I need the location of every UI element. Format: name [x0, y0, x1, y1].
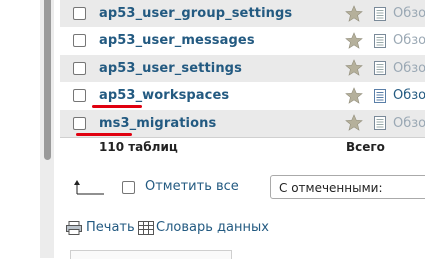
print-label: Печать	[86, 220, 135, 235]
browse-link[interactable]: Обзор	[393, 116, 425, 131]
row-checkbox[interactable]	[73, 116, 86, 130]
data-dictionary-link[interactable]: Словарь данных	[138, 220, 269, 235]
summary-row: 110 таблиц Всего	[60, 137, 425, 155]
dictionary-icon	[138, 220, 154, 235]
star-icon[interactable]	[345, 31, 363, 50]
table-count: 110 таблиц	[99, 139, 178, 154]
table-name-link[interactable]: ap53_user_messages	[99, 33, 255, 48]
table-row: ap53_user_messages Обзор	[60, 27, 425, 55]
star-icon[interactable]	[345, 86, 363, 105]
browse-icon[interactable]	[374, 33, 386, 48]
table-row: ap53_user_settings Обзор	[60, 54, 425, 82]
print-link[interactable]: Печать	[66, 220, 135, 235]
table-row: ap53_user_group_settings Обзор	[60, 0, 425, 27]
scrollbar-thumb[interactable]	[44, 0, 51, 160]
table-name-link[interactable]: ap53_user_settings	[99, 61, 242, 76]
browse-icon[interactable]	[374, 116, 386, 131]
table-row: ap53_workspaces Обзор	[60, 82, 425, 110]
highlight-underline	[92, 105, 142, 108]
browse-icon[interactable]	[374, 6, 386, 21]
total-label: Всего	[346, 139, 385, 154]
check-all-label[interactable]: Отметить все	[145, 179, 239, 194]
row-checkbox[interactable]	[73, 61, 86, 75]
star-icon[interactable]	[345, 114, 363, 132]
footer-links: Печать Словарь данных	[60, 216, 425, 240]
row-checkbox[interactable]	[73, 89, 86, 103]
table-name-link[interactable]: ap53_workspaces	[99, 88, 229, 103]
bulk-actions-bar: Отметить все С отмеченными:	[60, 164, 425, 210]
with-selected-select[interactable]: С отмеченными:	[270, 175, 425, 199]
table-name-link[interactable]: ap53_user_group_settings	[99, 6, 292, 21]
browse-link[interactable]: Обзор	[393, 6, 425, 21]
row-checkbox[interactable]	[73, 7, 86, 20]
highlight-underline	[76, 132, 132, 136]
star-icon[interactable]	[345, 59, 363, 77]
browse-link[interactable]: Обзор	[393, 33, 425, 48]
dictionary-label: Словарь данных	[156, 220, 269, 235]
table-name-link[interactable]: ms3_migrations	[99, 116, 216, 131]
star-icon[interactable]	[345, 4, 363, 23]
tables-list: ap53_user_group_settings Обзор ap53_user…	[60, 0, 425, 155]
browse-link[interactable]: Обзор	[393, 88, 425, 103]
table-row: ms3_migrations Обзор	[60, 109, 425, 137]
row-checkbox[interactable]	[73, 34, 86, 48]
browse-icon[interactable]	[374, 61, 386, 76]
browse-link[interactable]: Обзор	[393, 61, 425, 76]
arrow-up-left-icon	[74, 180, 104, 195]
browse-icon[interactable]	[374, 88, 386, 103]
check-all-checkbox[interactable]	[122, 181, 135, 194]
printer-icon	[66, 220, 82, 235]
